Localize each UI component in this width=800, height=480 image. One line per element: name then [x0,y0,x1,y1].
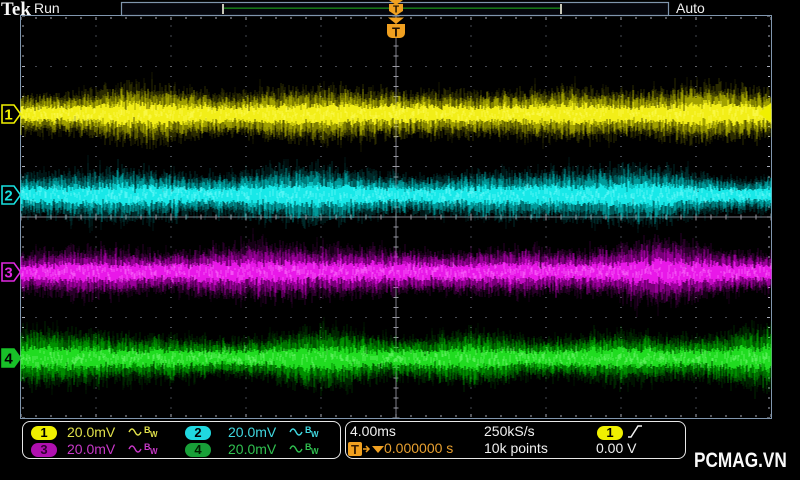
svg-text:T: T [351,442,359,457]
svg-text:W: W [150,430,158,439]
svg-text:W: W [311,447,319,456]
svg-text:W: W [311,430,319,439]
svg-text:T: T [392,25,400,40]
svg-text:T: T [393,5,399,16]
svg-text:1: 1 [4,107,12,124]
svg-text:W: W [150,447,158,456]
svg-text:3: 3 [4,265,12,282]
svg-text:4: 4 [4,351,13,368]
svg-text:2: 2 [4,188,12,205]
